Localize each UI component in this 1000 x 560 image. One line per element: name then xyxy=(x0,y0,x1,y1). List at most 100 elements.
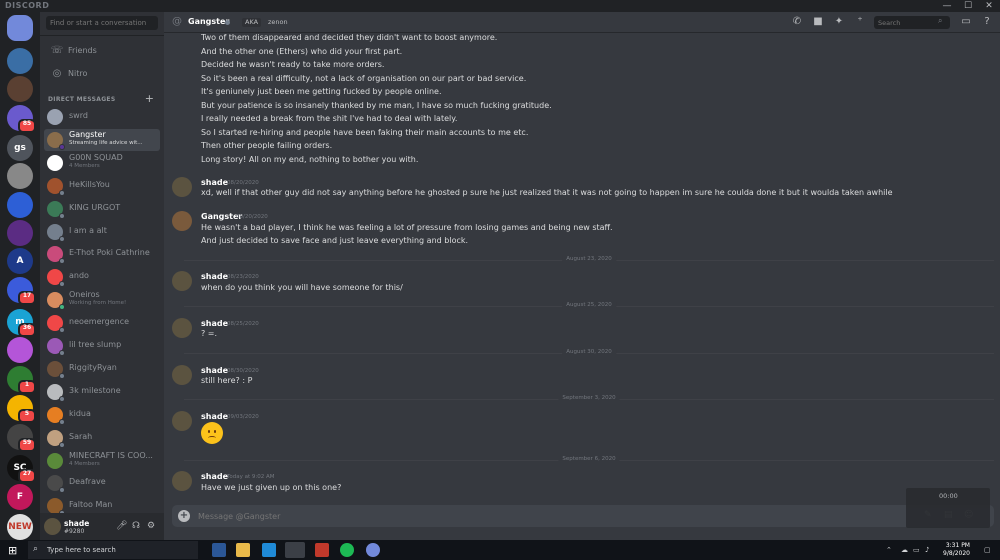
create-dm-icon[interactable]: + xyxy=(145,92,154,105)
dm-item[interactable]: E-Thot Poki Cathrine xyxy=(44,243,160,265)
status-indicator xyxy=(59,143,65,150)
dm-item[interactable]: Sarah xyxy=(44,427,160,449)
chat-header: @ Gangster AKA zenon ✆ ■ ✦ ⁺ ⌕ ▭ ? xyxy=(164,12,1000,33)
inbox-icon[interactable]: ▭ xyxy=(960,16,972,28)
server-icon[interactable]: A xyxy=(7,248,33,274)
dm-name: Faltoo Man xyxy=(69,500,113,510)
pin-icon[interactable]: ✦ xyxy=(833,16,845,28)
status-indicator xyxy=(59,350,65,356)
edge-browser-icon[interactable] xyxy=(262,543,276,557)
tray-chevron-icon[interactable]: ⌃ xyxy=(886,546,892,554)
dm-item[interactable]: Deafrave xyxy=(44,472,160,494)
clock-time: 3:31 PM xyxy=(945,542,970,549)
avatar[interactable] xyxy=(172,177,192,197)
sidebar-item-nitro[interactable]: ◎ Nitro xyxy=(46,65,158,83)
server-icon[interactable]: 59 xyxy=(7,424,36,452)
avatar[interactable] xyxy=(44,518,61,535)
avatar[interactable] xyxy=(172,211,192,231)
volume-icon[interactable]: ♪ xyxy=(925,546,929,554)
message-text: Then other people failing orders. xyxy=(201,141,333,150)
server-icon[interactable]: 5 xyxy=(7,395,36,423)
dm-item[interactable]: lil tree slump xyxy=(44,335,160,357)
dm-item[interactable]: Gangster Streaming life advice wit... xyxy=(44,128,160,151)
dm-item[interactable]: RiggityRyan xyxy=(44,358,160,380)
dm-item[interactable]: KING URGOT xyxy=(44,198,160,220)
app-name: DISCORD xyxy=(5,1,50,10)
dm-item[interactable]: MINECRAFT IS COO... 4 Members xyxy=(44,450,160,472)
upload-plus-icon[interactable]: + xyxy=(178,510,190,522)
message-input[interactable] xyxy=(198,509,898,523)
server-icon[interactable] xyxy=(7,192,33,218)
dm-item[interactable]: G00N SQUAD 4 Members xyxy=(44,152,160,174)
server-label: NEW xyxy=(8,522,32,532)
video-call-icon[interactable]: ■ xyxy=(812,16,824,28)
server-icon[interactable] xyxy=(7,48,33,74)
taskbar-search[interactable]: ⌕ Type here to search xyxy=(28,541,198,559)
task-view-icon[interactable] xyxy=(212,543,226,557)
home-server-icon[interactable] xyxy=(7,15,33,41)
dm-item[interactable]: neoemergence xyxy=(44,312,160,334)
add-friend-icon[interactable]: ⁺ xyxy=(854,16,866,28)
server-icon[interactable]: SC 27 xyxy=(7,455,36,483)
mention-badge: 59 xyxy=(18,438,36,452)
chrome-icon[interactable] xyxy=(285,542,305,558)
message-author[interactable]: shade xyxy=(201,366,228,375)
headset-icon[interactable]: ☊ xyxy=(131,521,141,531)
server-icon[interactable] xyxy=(7,220,33,246)
dm-item[interactable]: Oneiros Working from Home! xyxy=(44,289,160,311)
dm-item[interactable]: kidua xyxy=(44,404,160,426)
server-icon[interactable]: 17 xyxy=(7,277,36,305)
find-conversation-input[interactable] xyxy=(46,16,158,30)
network-icon[interactable]: ▭ xyxy=(913,546,920,554)
server-icon[interactable]: NEW xyxy=(7,514,33,540)
maximize-button[interactable]: ☐ xyxy=(958,0,978,12)
file-explorer-icon[interactable] xyxy=(236,543,250,557)
dm-item[interactable]: HeKillsYou xyxy=(44,175,160,197)
message-author[interactable]: shade xyxy=(201,272,228,281)
message-author[interactable]: shade xyxy=(201,412,228,421)
mention-badge: 27 xyxy=(18,469,36,483)
server-icon[interactable]: 1 xyxy=(7,366,36,394)
taskbar-clock[interactable]: 3:31 PM 9/8/2020 xyxy=(943,542,970,558)
mute-icon[interactable]: 🎤︎ xyxy=(116,521,127,531)
help-icon[interactable]: ? xyxy=(981,16,993,28)
server-icon[interactable]: 85 xyxy=(7,105,36,133)
server-icon[interactable] xyxy=(7,76,33,102)
avatar[interactable] xyxy=(172,318,192,338)
message-author[interactable]: shade xyxy=(201,178,228,187)
server-icon[interactable] xyxy=(7,337,33,363)
notifications-icon[interactable]: ▢ xyxy=(984,546,991,554)
dm-name: Oneiros xyxy=(69,290,100,300)
server-icon[interactable]: gs xyxy=(7,135,33,161)
message-text: He wasn't a bad player, I think he was f… xyxy=(201,223,613,232)
dm-item[interactable]: ando xyxy=(44,266,160,288)
spotify-icon[interactable] xyxy=(340,543,354,557)
media-overlay[interactable]: 00:00 xyxy=(906,488,990,528)
server-icon[interactable] xyxy=(7,163,33,189)
dm-item[interactable]: 3k milestone xyxy=(44,381,160,403)
taskbar-search-placeholder: Type here to search xyxy=(47,546,116,554)
clock-date: 9/8/2020 xyxy=(943,550,970,557)
avatar[interactable] xyxy=(172,365,192,385)
settings-gear-icon[interactable]: ⚙ xyxy=(146,521,156,531)
user-name: shade xyxy=(64,519,90,528)
server-icon[interactable]: F xyxy=(7,484,33,510)
close-button[interactable]: ✕ xyxy=(979,0,999,12)
avatar[interactable] xyxy=(172,471,192,491)
dm-item[interactable]: I am a alt xyxy=(44,221,160,243)
windows-start-icon[interactable]: ⊞ xyxy=(8,544,17,557)
message-author[interactable]: shade xyxy=(201,319,228,328)
discord-taskbar-icon[interactable] xyxy=(366,543,380,557)
sidebar-item-friends[interactable]: ☏ Friends xyxy=(46,42,158,60)
dm-item[interactable]: swrd xyxy=(44,106,160,128)
server-icon[interactable]: m 36 xyxy=(7,309,36,337)
cloud-icon[interactable]: ☁ xyxy=(901,546,908,554)
message-author[interactable]: shade xyxy=(201,472,228,481)
voice-call-icon[interactable]: ✆ xyxy=(791,16,803,28)
avatar[interactable] xyxy=(172,411,192,431)
app-icon[interactable] xyxy=(315,543,329,557)
at-icon: @ xyxy=(172,16,182,27)
minimize-button[interactable]: — xyxy=(937,0,957,12)
direct-messages-header: DIRECT MESSAGES xyxy=(48,96,116,103)
avatar[interactable] xyxy=(172,271,192,291)
